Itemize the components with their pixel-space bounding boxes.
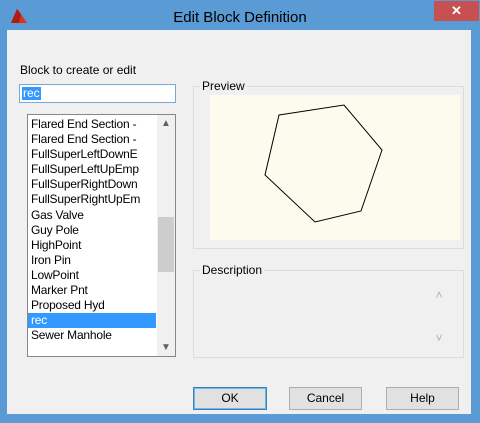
- list-item[interactable]: Flared End Section -: [28, 132, 156, 147]
- list-item[interactable]: Iron Pin: [28, 253, 156, 268]
- list-item[interactable]: rec: [28, 313, 156, 329]
- block-list-items: Flared End Section - Flared End Section -…: [28, 117, 156, 343]
- chevron-down-icon: ▼: [161, 342, 171, 353]
- hexagon-preview-shape: [264, 104, 383, 223]
- description-scrollbar[interactable]: ˄ ˅: [430, 279, 448, 349]
- cancel-button[interactable]: Cancel: [289, 387, 362, 410]
- block-list-scrollbar[interactable]: ▲ ▼: [157, 115, 175, 356]
- window-title: Edit Block Definition: [173, 9, 307, 26]
- list-item[interactable]: Guy Pole: [28, 223, 156, 238]
- list-item[interactable]: FullSuperRightDown: [28, 177, 156, 192]
- chevron-down-icon: ˅: [435, 331, 443, 345]
- chevron-up-icon: ˄: [435, 288, 443, 302]
- close-icon: ✕: [451, 3, 462, 18]
- list-item[interactable]: FullSuperLeftDownE: [28, 147, 156, 162]
- block-name-value: rec: [22, 86, 41, 100]
- close-button[interactable]: ✕: [434, 1, 479, 21]
- list-item[interactable]: Gas Valve: [28, 208, 156, 223]
- list-item[interactable]: Proposed Hyd: [28, 298, 156, 313]
- list-item[interactable]: Marker Pnt: [28, 283, 156, 298]
- list-item[interactable]: Flared End Section -: [28, 117, 156, 132]
- ok-button[interactable]: OK: [193, 387, 267, 410]
- preview-label: Preview: [200, 79, 247, 93]
- preview-canvas: [210, 95, 460, 240]
- block-name-input[interactable]: rec: [19, 84, 176, 103]
- title-bar[interactable]: Edit Block Definition ✕: [1, 1, 479, 31]
- scroll-up-button[interactable]: ▲: [157, 115, 175, 132]
- description-field[interactable]: [200, 279, 425, 351]
- list-item[interactable]: FullSuperLeftUpEmp: [28, 162, 156, 177]
- block-name-label: Block to create or edit: [20, 63, 137, 77]
- list-item[interactable]: FullSuperRightUpEm: [28, 192, 156, 207]
- list-item[interactable]: HighPoint: [28, 238, 156, 253]
- scroll-down-button[interactable]: ▼: [157, 339, 175, 356]
- scroll-thumb[interactable]: [158, 217, 174, 272]
- list-item[interactable]: Sewer Manhole: [28, 328, 156, 343]
- chevron-up-icon: ▲: [161, 118, 171, 129]
- help-button[interactable]: Help: [386, 387, 459, 410]
- list-item[interactable]: LowPoint: [28, 268, 156, 283]
- block-list[interactable]: Flared End Section - Flared End Section -…: [27, 114, 176, 357]
- description-label: Description: [200, 263, 265, 277]
